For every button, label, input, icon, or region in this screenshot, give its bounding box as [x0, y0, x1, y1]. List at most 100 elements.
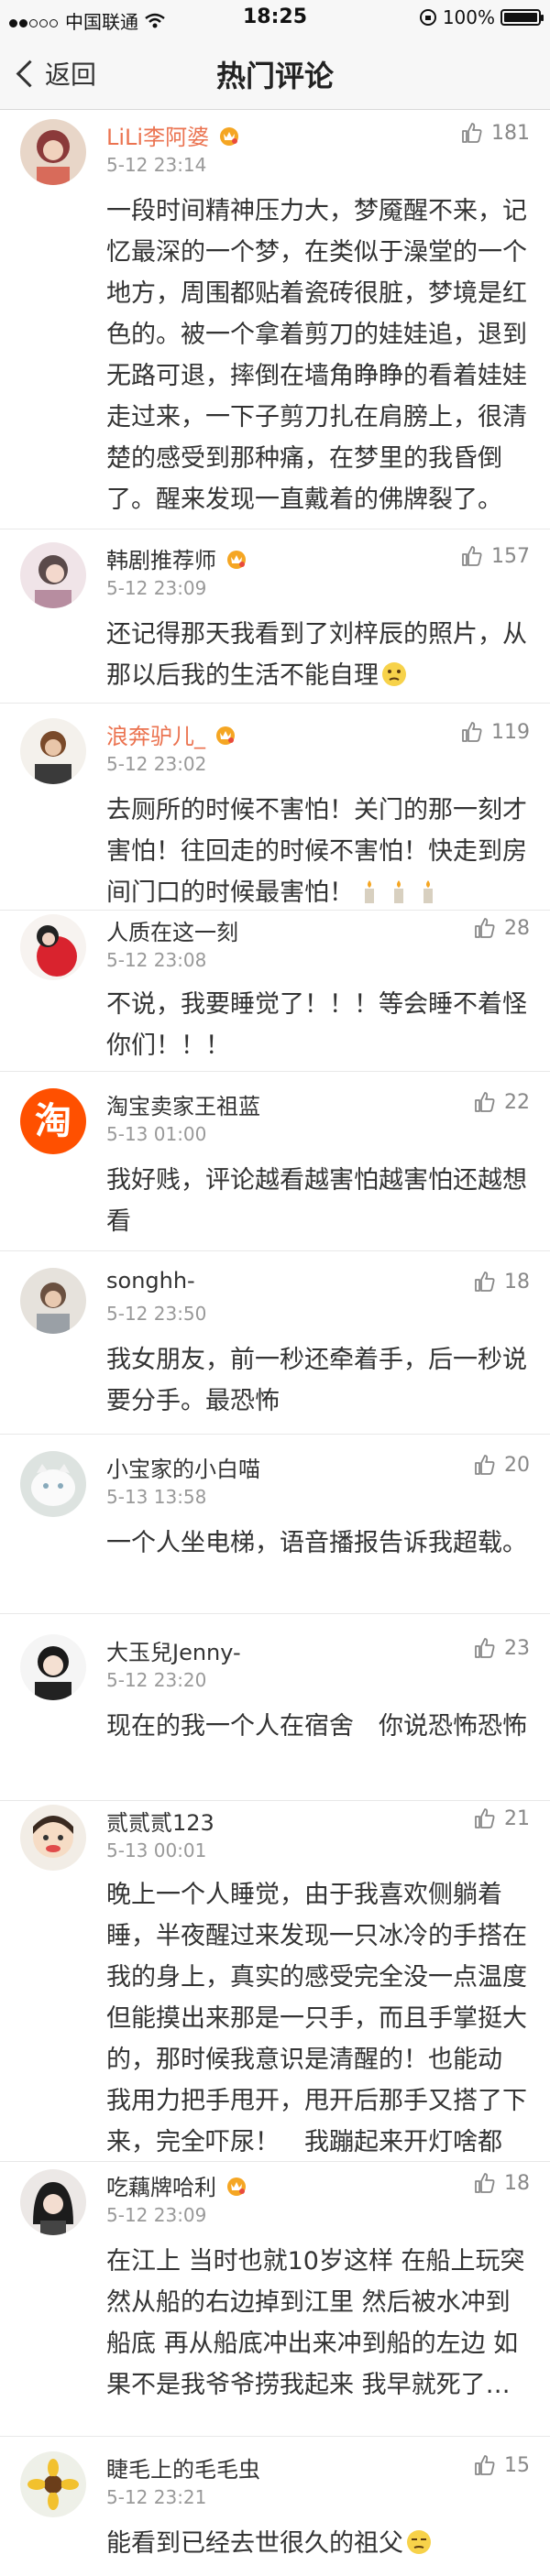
like-button[interactable]: 18 [473, 2171, 530, 2195]
name-row: 韩剧推荐师 [106, 542, 249, 574]
comment-text: 晚上一个人睡觉，由于我喜欢侧躺着睡，半夜醒过来发现一只冰冷的手搭在我的身上，真实… [106, 1881, 527, 2198]
name-row: 睫毛上的毛毛虫 [106, 2451, 260, 2483]
crown-badge-icon [216, 726, 235, 745]
avatar[interactable] [20, 542, 86, 608]
like-count: 22 [504, 1090, 530, 1114]
comment-text: 我好贱，评论越看越害怕越害怕还越想看 [106, 1166, 527, 1236]
name-row: 淘宝卖家王祖蓝 [106, 1088, 260, 1120]
username[interactable]: 睫毛上的毛毛虫 [106, 2451, 260, 2483]
name-row: 大玉兒Jenny- [106, 1634, 241, 1666]
comment-item: 小宝家的小白喵 5-13 13:58 20 一个人坐电梯，语音播报告诉我超载。 [0, 1435, 550, 1614]
comment-time: 5-13 01:00 [106, 1123, 207, 1145]
like-button[interactable]: 18 [473, 1270, 530, 1293]
username[interactable]: 大玉兒Jenny- [106, 1634, 241, 1666]
comment-text: 还记得那天我看到了刘梓辰的照片，从那以后我的生活不能自理 [106, 614, 528, 696]
name-row: LiLi李阿婆 [106, 119, 242, 151]
comment-item: 贰贰贰123 5-13 00:01 21 晚上一个人睡觉，由于我喜欢侧躺着睡，半… [0, 1801, 550, 2198]
username[interactable]: songhh- [106, 1268, 195, 1293]
avatar[interactable] [20, 1268, 86, 1334]
comment-time: 5-12 23:02 [106, 753, 207, 775]
comment-item: 浪奔驴儿_ 5-12 23:02 119 去厕所的时候不害怕！关门的那一刻才害怕… [0, 704, 550, 911]
like-button[interactable]: 20 [473, 1453, 530, 1477]
comment-text: 我女朋友，前一秒还牵着手，后一秒说要分手。最恐怖 [106, 1346, 527, 1415]
like-button[interactable]: 22 [473, 1090, 530, 1114]
name-row: 贰贰贰123 [106, 1805, 214, 1837]
comment-text: 现在的我一个人在宿舍 你说恐怖恐怖 [106, 1712, 527, 1741]
comment-time: 5-12 23:09 [106, 2204, 207, 2226]
avatar[interactable] [20, 1634, 86, 1700]
like-button[interactable]: 28 [473, 916, 530, 940]
like-button[interactable]: 21 [473, 1806, 530, 1830]
like-count: 18 [504, 1270, 530, 1293]
taobao-logo: 淘 [35, 1100, 72, 1142]
candle-icon [424, 880, 433, 903]
battery-icon [500, 9, 544, 26]
name-row: songhh- [106, 1268, 195, 1293]
comment-text: 不说，我要睡觉了！！！等会睡不着怪你们！！！ [106, 990, 527, 1060]
username[interactable]: 浪奔驴儿_ [106, 718, 205, 750]
comment-time: 5-12 23:14 [106, 154, 207, 176]
comment-text: 能看到已经去世很久的祖父 [106, 2523, 528, 2564]
avatar[interactable] [20, 1451, 86, 1517]
battery-fill [504, 13, 537, 22]
like-count: 157 [491, 544, 530, 568]
like-count: 18 [504, 2171, 530, 2195]
username[interactable]: LiLi李阿婆 [106, 119, 209, 151]
username[interactable]: 韩剧推荐师 [106, 542, 216, 574]
avatar[interactable] [20, 2451, 86, 2517]
comment-item: 淘 淘宝卖家王祖蓝 5-13 01:00 22 我好贱，评论越看越害怕越害怕还越… [0, 1072, 550, 1251]
unamused-face-icon [407, 2530, 431, 2554]
thumbs-up-icon [475, 1092, 495, 1112]
comment-time: 5-12 23:08 [106, 949, 207, 971]
like-count: 23 [504, 1636, 530, 1660]
like-button[interactable]: 181 [460, 121, 530, 145]
comment-text-body: 能看到已经去世很久的祖父 [106, 2529, 403, 2558]
like-button[interactable]: 119 [460, 720, 530, 744]
username[interactable]: 贰贰贰123 [106, 1805, 214, 1837]
rotation-lock-icon [419, 9, 436, 26]
avatar[interactable] [20, 914, 86, 980]
comment-time: 5-12 23:21 [106, 2486, 207, 2508]
username[interactable]: 淘宝卖家王祖蓝 [106, 1088, 260, 1120]
thumbs-up-icon [475, 1455, 495, 1475]
status-right: 100% [419, 6, 544, 28]
comment-text: 在江上 当时也就10岁这样 在船上玩突然从船的右边掉到江里 然后被水冲到船底 再… [106, 2247, 525, 2399]
like-count: 181 [491, 121, 530, 145]
avatar[interactable]: 淘 [20, 1088, 86, 1154]
avatar[interactable] [20, 1805, 86, 1871]
name-row: 吃藕牌哈利 [106, 2169, 249, 2201]
thinking-face-icon [382, 662, 406, 686]
comment-item: 大玉兒Jenny- 5-12 23:20 23 现在的我一个人在宿舍 你说恐怖恐… [0, 1614, 550, 1801]
comment-item: LiLi李阿婆 5-12 23:14 181 一段时间精神压力大，梦魇醒不来，记… [0, 110, 550, 529]
avatar[interactable] [20, 119, 86, 185]
comment-text: 一段时间精神压力大，梦魇醒不来，记忆最深的一个梦，在类似于澡堂的一个地方，周围都… [106, 197, 527, 514]
candle-icon [365, 880, 374, 903]
page-title: 热门评论 [215, 59, 334, 93]
username[interactable]: 吃藕牌哈利 [106, 2169, 216, 2201]
like-button[interactable]: 23 [473, 1636, 530, 1660]
thumbs-up-icon [475, 1638, 495, 1658]
comment-text-body: 去厕所的时候不害怕！关门的那一刻才害怕！往回走的时候不害怕！快走到房间门口的时候… [106, 796, 527, 907]
name-row: 浪奔驴儿_ [106, 718, 238, 750]
like-count: 20 [504, 1453, 530, 1477]
like-count: 21 [504, 1806, 530, 1830]
avatar[interactable] [20, 2169, 86, 2235]
username[interactable]: 人质在这一刻 [106, 914, 238, 946]
comment-time: 5-12 23:09 [106, 577, 207, 599]
like-count: 119 [491, 720, 530, 744]
thumbs-up-icon [475, 918, 495, 938]
crown-badge-icon [220, 126, 239, 146]
username[interactable]: 小宝家的小白喵 [106, 1451, 260, 1483]
like-button[interactable]: 15 [473, 2453, 530, 2477]
comment-time: 5-13 00:01 [106, 1839, 207, 1861]
like-count: 28 [504, 916, 530, 940]
comment-item: 吃藕牌哈利 5-12 23:09 18 在江上 当时也就10岁这样 在船上玩突然… [0, 2162, 550, 2437]
avatar[interactable] [20, 718, 86, 784]
thumbs-up-icon [462, 123, 482, 143]
crown-badge-icon [227, 2177, 246, 2196]
like-button[interactable]: 157 [460, 544, 530, 568]
thumbs-up-icon [475, 2455, 495, 2475]
comment-text: 一个人坐电梯，语音播报告诉我超载。 [106, 1529, 527, 1557]
status-bar: 中国联通 18:25 100% [0, 0, 550, 37]
comment-time: 5-12 23:20 [106, 1669, 207, 1691]
